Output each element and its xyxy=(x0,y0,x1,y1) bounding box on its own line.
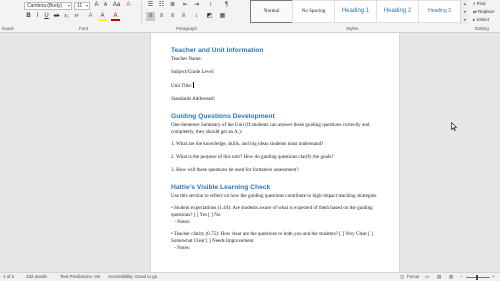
heading-teacher-unit: Teacher and Unit Information xyxy=(171,47,264,54)
font-name-combo[interactable]: Cambria (Body) ▾ xyxy=(24,2,72,10)
mouse-pointer-icon xyxy=(451,122,457,131)
subscript-button[interactable]: x₂ xyxy=(62,12,71,21)
strikethrough-button[interactable]: ab xyxy=(52,12,61,21)
style-heading-3[interactable]: Heading 3 xyxy=(418,0,461,23)
zoom-out-icon[interactable]: − xyxy=(460,273,463,281)
style-normal[interactable]: Normal xyxy=(250,0,293,23)
text-effects-button[interactable]: A xyxy=(86,12,95,21)
document-body[interactable]: Teacher and Unit Information Teacher Nam… xyxy=(171,46,386,252)
para-student-expectations: • Student expectations (1.44): Are stude… xyxy=(171,205,373,218)
text-cursor xyxy=(193,82,195,88)
underline-button[interactable]: U xyxy=(42,12,51,21)
font-name-value: Cambria (Body) xyxy=(27,3,63,9)
font-color-button[interactable]: A xyxy=(111,12,120,21)
find-label: Find xyxy=(476,1,486,6)
more-styles-icon[interactable]: ▾ xyxy=(461,16,469,24)
focus-label[interactable]: Focus xyxy=(407,273,419,281)
para-question-1: 1. What are the knowledge, skills, and b… xyxy=(171,141,324,147)
chevron-down-icon[interactable]: ▾ xyxy=(461,8,469,16)
para-notes-2: - Notes: xyxy=(174,245,191,251)
group-label-font: Font xyxy=(79,26,89,31)
styles-scroll[interactable]: ▴ ▾ ▾ xyxy=(460,0,469,24)
numbering-icon[interactable]: ☷ xyxy=(157,1,166,10)
change-case-icon[interactable]: Aa xyxy=(112,1,121,10)
focus-icon[interactable]: ◫ xyxy=(400,273,404,281)
para-standards: Standards Addressed: xyxy=(171,96,215,102)
web-layout-icon[interactable]: ▥ xyxy=(449,273,453,281)
print-layout-icon[interactable]: ▤ xyxy=(437,273,441,281)
document-page[interactable]: Teacher and Unit Information Teacher Nam… xyxy=(150,33,400,272)
zoom-slider[interactable] xyxy=(466,277,490,278)
sort-icon[interactable]: ↕ xyxy=(206,1,215,10)
multilevel-list-icon[interactable]: ≣ xyxy=(168,1,177,10)
editing-group: ⌕ Find ⇄ Replace ▸ Select xyxy=(470,0,500,24)
font-row: Cambria (Body) ▾ 11 ▾ A A Aa A ☰ ☷ ≣ ⇤ ⇥… xyxy=(0,0,250,24)
show-formatting-icon[interactable]: ¶ xyxy=(222,1,231,10)
para-teacher-clarity: • Teacher clarity (0.75): How clear are … xyxy=(171,231,373,244)
align-right-icon[interactable]: ≡ xyxy=(168,12,177,21)
group-label-paragraph: Paragraph xyxy=(176,26,198,31)
increase-indent-icon[interactable]: ⇥ xyxy=(192,1,201,10)
group-label-clipboard: board xyxy=(2,26,14,31)
heading-hattie: Hattie’s Visible Learning Check xyxy=(171,184,271,191)
clear-formatting-icon[interactable]: A xyxy=(124,1,133,10)
heading-guiding-questions: Guiding Questions Development xyxy=(171,113,275,120)
italic-button[interactable]: I xyxy=(33,12,42,21)
decrease-indent-icon[interactable]: ⇤ xyxy=(181,1,190,10)
select-button[interactable]: ▸ Select xyxy=(470,16,500,24)
shading-icon[interactable]: ◩ xyxy=(205,12,214,21)
para-teacher-name: Teacher Name: xyxy=(171,56,202,62)
bold-button[interactable]: B xyxy=(24,12,33,21)
group-label-editing: Editing xyxy=(475,26,489,31)
zoom-slider-thumb[interactable] xyxy=(476,275,478,280)
style-no-spacing[interactable]: No Spacing xyxy=(292,0,335,23)
accessibility-status[interactable]: Accessibility: Good to go xyxy=(108,273,157,281)
para-summary: One-Sentence Summary of the Unit (If stu… xyxy=(171,122,370,135)
font-size-value: 11 xyxy=(77,3,83,9)
find-button[interactable]: ⌕ Find xyxy=(470,0,500,8)
word-count[interactable]: 332 words xyxy=(26,273,47,281)
para-unit-title: Unit Title: xyxy=(171,82,386,90)
grow-font-icon[interactable]: A xyxy=(92,1,101,10)
line-spacing-icon[interactable]: ↕ xyxy=(192,12,201,21)
replace-label: Replace xyxy=(478,9,495,14)
style-heading-2[interactable]: Heading 2 xyxy=(376,0,419,23)
chevron-up-icon[interactable]: ▴ xyxy=(461,0,469,8)
bullets-icon[interactable]: ☰ xyxy=(146,1,155,10)
borders-icon[interactable]: ▦ xyxy=(218,12,227,21)
select-label: Select xyxy=(476,17,490,22)
para-question-3: 3. How will these questions be used for … xyxy=(171,167,299,173)
status-bar: 1 of 2 332 words Text Predictions: On Ac… xyxy=(0,272,500,281)
para-hattie-intro: Use this section to reflect on how the g… xyxy=(171,193,378,199)
style-heading-1[interactable]: Heading 1 xyxy=(334,0,377,23)
justify-icon[interactable]: ≡ xyxy=(179,12,188,21)
ribbon-group-labels: board Font Paragraph Styles Editing xyxy=(0,25,500,33)
unit-title-label: Unit Title: xyxy=(171,83,193,89)
chevron-down-icon: ▾ xyxy=(85,3,88,8)
group-label-styles: Styles xyxy=(346,26,359,31)
para-question-2: 2. What is the purpose of this unit? How… xyxy=(171,154,334,160)
highlight-color-button[interactable]: A xyxy=(98,12,107,21)
superscript-button[interactable]: x² xyxy=(72,12,81,21)
align-left-icon[interactable]: ≡ xyxy=(146,12,155,21)
para-notes-1: - Notes: xyxy=(174,219,191,225)
ribbon: Cambria (Body) ▾ 11 ▾ A A Aa A ☰ ☷ ≣ ⇤ ⇥… xyxy=(0,0,500,33)
read-mode-icon[interactable]: ▭ xyxy=(425,273,429,281)
page-count[interactable]: 1 of 2 xyxy=(3,273,14,281)
align-center-icon[interactable]: ≡ xyxy=(157,12,166,21)
shrink-font-icon[interactable]: A xyxy=(101,1,110,10)
format-row: B I U ab x₂ x² A A A ≡ ≡ ≡ ≡ ↕ ◩ ▦ xyxy=(0,12,250,24)
replace-button[interactable]: ⇄ Replace xyxy=(470,8,500,16)
zoom-in-icon[interactable]: + xyxy=(492,273,495,281)
chevron-down-icon: ▾ xyxy=(67,3,70,8)
text-predictions-status[interactable]: Text Predictions: On xyxy=(60,273,100,281)
font-size-combo[interactable]: 11 ▾ xyxy=(74,2,90,10)
styles-gallery: Normal No Spacing Heading 1 Heading 2 He… xyxy=(250,0,461,24)
para-subject-grade: Subject/Grade Level: xyxy=(171,69,215,75)
